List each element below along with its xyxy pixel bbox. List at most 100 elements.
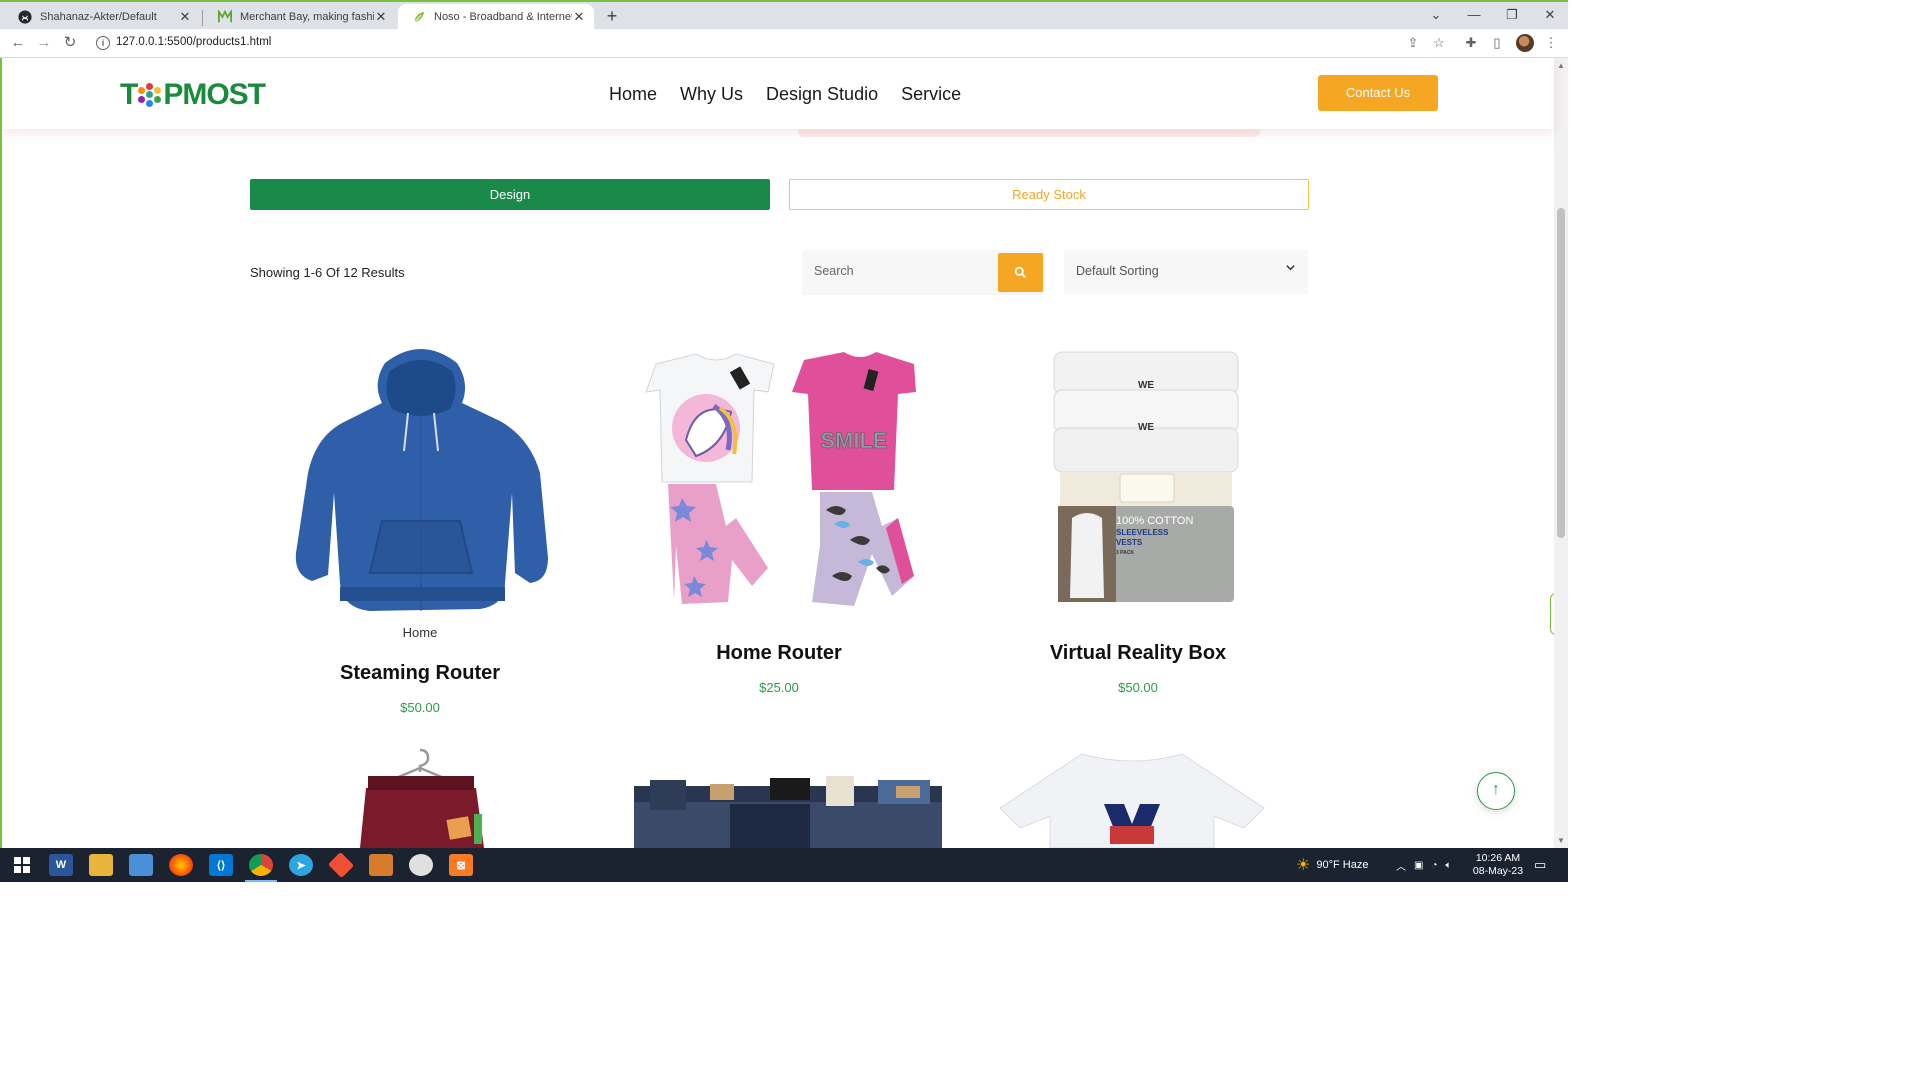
paint-icon[interactable] xyxy=(409,854,433,876)
nav-home[interactable]: Home xyxy=(609,84,657,105)
vest-pack-text: VESTS xyxy=(1116,538,1143,547)
weather-text: 90°F Haze xyxy=(1316,859,1369,871)
shirt-print-text: SMILE xyxy=(820,428,887,453)
scroll-up-arrow-icon[interactable]: ▲ xyxy=(1557,61,1565,70)
url-input[interactable]: 127.0.0.1:5500/products1.html xyxy=(116,36,271,48)
chevron-down-icon xyxy=(1285,262,1296,276)
header-decoration xyxy=(798,129,1260,137)
product-title[interactable]: Home Router xyxy=(609,642,949,665)
side-panel-icon[interactable]: ▯ xyxy=(1489,35,1505,51)
browser-tab-bar: Shahanaz-Akter/Default ✕ Merchant Bay, m… xyxy=(0,0,1568,30)
tab-title: Merchant Bay, making fashion so xyxy=(240,11,374,23)
extensions-icon[interactable]: ✚ xyxy=(1463,35,1479,51)
browser-tab-noso[interactable]: Noso - Broadband & Internet Se ✕ xyxy=(398,4,594,30)
windows-start-icon[interactable] xyxy=(10,854,34,876)
search-icon xyxy=(1014,266,1027,279)
product-price: $25.00 xyxy=(759,680,799,695)
vest-brand-label: WE xyxy=(1138,380,1154,391)
vscode-icon[interactable]: ⟨⟩ xyxy=(209,854,233,876)
github-icon xyxy=(18,10,32,24)
file-explorer-icon[interactable] xyxy=(89,854,113,876)
sort-select[interactable]: Default Sorting xyxy=(1064,250,1308,294)
vest-pack-text: 3 PACK xyxy=(1116,550,1134,556)
vest-pack-text: 100% COTTON xyxy=(1116,515,1193,527)
browser-tab-github[interactable]: Shahanaz-Akter/Default ✕ xyxy=(4,4,200,30)
weather-sun-icon: ☀ xyxy=(1296,857,1311,874)
vest-brand-label: WE xyxy=(1138,422,1154,433)
tab-title: Noso - Broadband & Internet Se xyxy=(434,11,572,23)
remote-app-icon[interactable] xyxy=(129,854,153,876)
nav-service[interactable]: Service xyxy=(901,84,961,105)
address-bar: ← → ↻ i 127.0.0.1:5500/products1.html ⇪ … xyxy=(0,29,1568,58)
window-close-icon[interactable]: ✕ xyxy=(1532,5,1568,25)
browser-menu-icon[interactable]: ⋮ xyxy=(1543,35,1559,51)
results-count: Showing 1-6 Of 12 Results xyxy=(250,265,405,280)
new-tab-button[interactable]: + xyxy=(602,6,622,26)
xampp-icon[interactable]: ⊠ xyxy=(449,854,473,876)
clock-date: 08-May-23 xyxy=(1472,865,1524,877)
product-price: $50.00 xyxy=(1118,680,1158,695)
windows-taskbar: W ⟨⟩ ➤ ⊠ ☀ 90°F Haze ︿ ▣ ◔ 🔈︎ 10:26 AM 0… xyxy=(0,848,1568,882)
search-button[interactable] xyxy=(998,253,1043,292)
product-image-hoodie[interactable] xyxy=(290,343,552,615)
tab-ready-stock[interactable]: Ready Stock xyxy=(789,179,1309,210)
product-image-pajamas[interactable]: SMILE xyxy=(636,350,920,612)
nav-why-us[interactable]: Why Us xyxy=(680,84,743,105)
close-icon[interactable]: ✕ xyxy=(572,9,586,25)
product-image-tshirt[interactable] xyxy=(994,748,1270,848)
meet-now-icon[interactable]: ▣ xyxy=(1414,860,1423,871)
product-image-shorts[interactable] xyxy=(356,748,486,848)
close-icon[interactable]: ✕ xyxy=(374,9,388,25)
leaf-icon xyxy=(412,10,426,24)
vest-pack-text: SLEEVELESS xyxy=(1116,528,1169,537)
scroll-down-arrow-icon[interactable]: ▼ xyxy=(1557,836,1565,845)
share-icon[interactable]: ⇪ xyxy=(1405,35,1421,51)
scroll-to-top-button[interactable]: ↑ xyxy=(1477,772,1515,810)
volume-icon[interactable]: 🔈︎ xyxy=(1446,860,1452,871)
system-tray: ︿ ▣ ◔ 🔈︎ xyxy=(1396,848,1452,882)
site-header: T PMOST Home Why Us Design Studio Servic… xyxy=(2,58,1554,129)
minimize-icon[interactable]: — xyxy=(1456,5,1492,25)
back-arrow-icon[interactable]: ← xyxy=(8,33,28,53)
bookmark-star-icon[interactable]: ☆ xyxy=(1431,35,1447,51)
reload-icon[interactable]: ↻ xyxy=(60,33,80,53)
weather-widget[interactable]: ☀ 90°F Haze xyxy=(1296,848,1368,882)
close-icon[interactable]: ✕ xyxy=(178,9,192,25)
profile-avatar[interactable] xyxy=(1516,34,1534,52)
taskbar-clock[interactable]: 10:26 AM 08-May-23 xyxy=(1472,852,1524,878)
browser-tab-merchantbay[interactable]: Merchant Bay, making fashion so ✕ xyxy=(204,4,396,30)
sublime-icon[interactable] xyxy=(369,854,393,876)
nav-design-studio[interactable]: Design Studio xyxy=(766,84,878,105)
chrome-icon[interactable] xyxy=(245,854,277,882)
product-image-jeans[interactable] xyxy=(630,774,946,848)
product-title[interactable]: Steaming Router xyxy=(250,662,590,685)
sort-selected-value: Default Sorting xyxy=(1076,264,1159,278)
merchantbay-icon xyxy=(218,10,232,24)
logo-dots-icon xyxy=(138,83,162,107)
telegram-icon[interactable]: ➤ xyxy=(289,854,313,876)
contact-us-button[interactable]: Contact Us xyxy=(1318,75,1438,111)
product-title[interactable]: Virtual Reality Box xyxy=(968,642,1308,665)
logo-text-right: PMOST xyxy=(163,78,266,111)
product-price: $50.00 xyxy=(400,700,440,715)
logo-text-left: T xyxy=(120,78,138,111)
site-logo[interactable]: T PMOST xyxy=(120,78,266,112)
git-icon[interactable] xyxy=(327,851,355,879)
tray-chevron-up-icon[interactable]: ︿ xyxy=(1396,858,1406,873)
scrollbar-thumb[interactable] xyxy=(1557,208,1565,538)
tab-search-chevron-icon[interactable]: ⌄ xyxy=(1418,5,1454,25)
forward-arrow-icon[interactable]: → xyxy=(34,33,54,53)
tab-design[interactable]: Design xyxy=(250,179,770,210)
search-placeholder: Search xyxy=(814,264,854,278)
page-scrollbar[interactable]: ▲ ▼ xyxy=(1554,58,1568,848)
restore-icon[interactable]: ❐ xyxy=(1494,5,1530,25)
product-category[interactable]: Home xyxy=(250,625,590,640)
clock-time: 10:26 AM xyxy=(1475,852,1521,864)
site-info-icon[interactable]: i xyxy=(96,36,110,50)
page-viewport: T PMOST Home Why Us Design Studio Servic… xyxy=(0,58,1568,848)
notifications-icon[interactable]: ▭ xyxy=(1534,848,1546,882)
product-image-vests[interactable]: WE WE 100% COTTON SLEEVELESS VESTS 3 PAC… xyxy=(1050,348,1242,604)
wifi-icon[interactable]: ◔ xyxy=(1431,860,1437,871)
word-icon[interactable]: W xyxy=(49,854,73,876)
firefox-icon[interactable] xyxy=(169,854,193,876)
